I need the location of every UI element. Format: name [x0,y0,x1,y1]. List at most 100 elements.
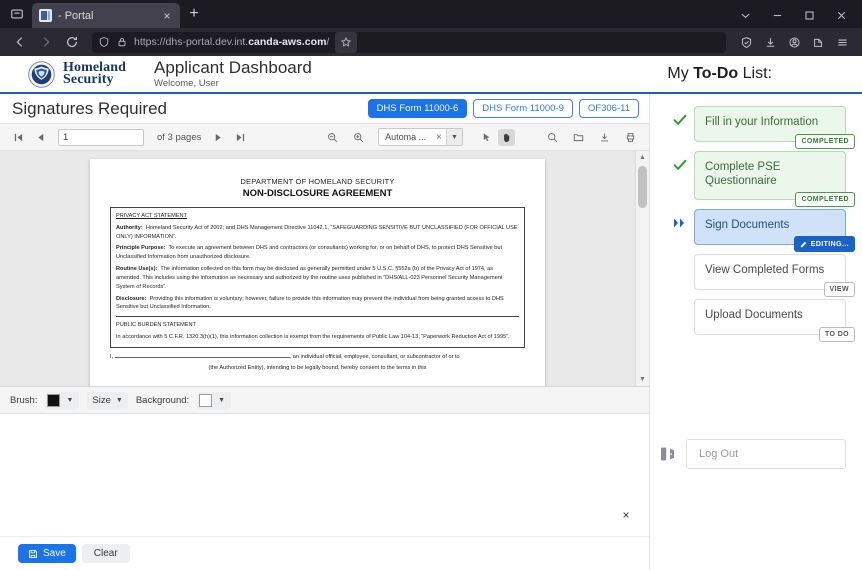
logout-row[interactable]: Log Out [658,439,846,469]
list-all-tabs-icon[interactable] [4,1,30,27]
reload-button-icon[interactable] [60,31,83,54]
consent-paragraph: I, , an individual official, employee, c… [110,353,460,372]
public-burden-heading: PUBLIC BURDEN STATEMENT [116,322,196,329]
pencil-icon [800,241,807,248]
downloads-icon[interactable] [759,31,782,54]
todo-card-sign-documents[interactable]: Sign Documents EDITING... [694,209,855,252]
logout-button[interactable]: Log Out [686,439,846,469]
name-blank-line[interactable] [114,356,290,358]
url-address-bar[interactable]: https://dhs-portal.dev.int.canda-aws.com… [92,31,726,53]
search-icon[interactable] [544,129,561,146]
list-item-label: Upload Documents [705,309,803,321]
shield-protections-icon[interactable] [735,31,758,54]
status-badge: COMPLETED [795,134,855,149]
maximize-window-button[interactable] [794,4,824,26]
back-button-icon[interactable] [8,31,31,54]
firefox-account-chevron-icon[interactable] [730,4,760,26]
forward-button-icon[interactable] [34,31,57,54]
dhs-wordmark-line2: Security [63,72,114,87]
welcome-message: Welcome, User [154,78,219,89]
pdf-scroll-container: DEPARTMENT OF HOMELAND SECURITY NON-DISC… [0,151,635,386]
save-button[interactable]: Save [18,544,76,563]
signatures-required-title: Signatures Required [12,98,167,118]
brush-color-chevron-icon[interactable]: ▼ [62,397,77,404]
browser-window: - Portal × + https://dhs-portal.dev.int.… [0,0,862,570]
background-color-picker[interactable]: ▼ [197,391,232,409]
list-item[interactable]: Sign Documents EDITING... [672,209,855,252]
close-tab-icon[interactable]: × [159,8,175,24]
pdf-page: DEPARTMENT OF HOMELAND SECURITY NON-DISC… [90,159,545,386]
zoom-dropdown-chevron-icon[interactable]: ▼ [446,129,462,145]
zoom-button-group [324,129,367,146]
zoom-out-icon[interactable] [324,129,341,146]
open-file-icon[interactable] [570,129,587,146]
background-color-chevron-icon[interactable]: ▼ [214,397,229,404]
account-icon[interactable] [783,31,806,54]
brush-color-picker[interactable]: ▼ [45,391,80,409]
print-icon[interactable] [622,129,639,146]
close-window-button[interactable] [826,4,856,26]
todo-card-view-completed-forms[interactable]: View Completed Forms VIEW [694,254,855,297]
signature-canvas[interactable]: × [0,414,649,536]
app-header: Homeland Security Applicant Dashboard We… [0,56,862,94]
no-marker [672,254,688,262]
form-tab-dhs-11000-9[interactable]: DHS Form 11000-9 [473,99,573,118]
background-label: Background: [135,394,190,406]
background-color-swatch[interactable] [199,393,213,407]
scroll-down-icon[interactable]: ▼ [636,373,649,386]
list-item[interactable]: View Completed Forms VIEW [672,254,855,297]
save-floppy-icon [29,549,37,558]
pdf-page-area[interactable]: DEPARTMENT OF HOMELAND SECURITY NON-DISC… [0,151,649,386]
zoom-in-icon[interactable] [350,129,367,146]
cursor-select-icon[interactable] [478,129,495,146]
bookmark-star-icon[interactable] [335,31,358,53]
last-page-icon[interactable] [232,129,249,146]
list-item[interactable]: Complete PSE Questionnaire COMPLETED [672,151,855,207]
check-icon [672,151,688,171]
minimize-window-button[interactable] [762,4,792,26]
shield-icon [99,37,109,47]
next-page-icon[interactable] [210,129,227,146]
todo-card-fill-information[interactable]: Fill in your Information COMPLETED [694,106,855,149]
check-icon [672,106,688,126]
principle-purpose-paragraph: Principle Purpose: To execute an agreeme… [116,245,503,261]
first-page-icon[interactable] [10,129,27,146]
page-viewport: Homeland Security Applicant Dashboard We… [0,56,862,570]
authority-paragraph: Authority: Homeland Security Act of 2002… [116,224,518,240]
routine-uses-paragraph: Routine Use(s): The information collecte… [116,266,503,290]
hand-pan-icon[interactable] [498,128,515,146]
page-number-input[interactable]: 1 [58,128,144,146]
list-item[interactable]: Fill in your Information COMPLETED [672,106,855,149]
new-tab-button[interactable]: + [182,3,206,27]
application-menu-icon[interactable] [831,31,854,54]
todo-list: Fill in your Information COMPLETED Compl… [650,94,862,342]
scroll-up-icon[interactable]: ▲ [636,151,649,164]
clear-button[interactable]: Clear [81,544,130,563]
signatures-required-bar: Signatures Required DHS Form 11000-6 DHS… [0,94,649,124]
extensions-icon[interactable] [807,31,830,54]
todo-card-upload-documents[interactable]: Upload Documents TO DO [694,299,855,342]
zoom-level-select[interactable]: Automa ... × ▼ [378,128,463,146]
signature-column: Signatures Required DHS Form 11000-6 DHS… [0,94,650,570]
brush-color-swatch[interactable] [47,393,61,407]
list-item[interactable]: Upload Documents TO DO [672,299,855,342]
app-title-block: Applicant Dashboard Welcome, User [154,58,312,90]
list-item-label: Sign Documents [705,219,790,231]
form-tab-of306-11[interactable]: OF306-11 [578,99,639,118]
brush-size-select[interactable]: Size ▼ [87,391,128,409]
download-icon[interactable] [596,129,613,146]
brush-size-chevron-icon[interactable]: ▼ [116,397,123,404]
close-icon[interactable]: × [619,508,633,522]
status-badge: COMPLETED [795,192,855,207]
browser-tab[interactable]: - Portal × [32,3,180,28]
zoom-clear-icon[interactable]: × [432,132,446,143]
form-tab-dhs-11000-6[interactable]: DHS Form 11000-6 [367,99,468,118]
prev-page-icon[interactable] [32,129,49,146]
toolbar-end-buttons [735,31,854,54]
status-badge-label: EDITING... [810,240,849,248]
disclosure-paragraph: Disclosure: Providing this information i… [116,295,504,311]
todo-card-pse-questionnaire[interactable]: Complete PSE Questionnaire COMPLETED [694,151,855,207]
scrollbar-thumb[interactable] [638,166,647,208]
pdf-viewer-toolbar: 1 of 3 pages Automa ... × ▼ [0,124,649,151]
pdf-vertical-scrollbar[interactable]: ▲ ▼ [635,151,649,386]
